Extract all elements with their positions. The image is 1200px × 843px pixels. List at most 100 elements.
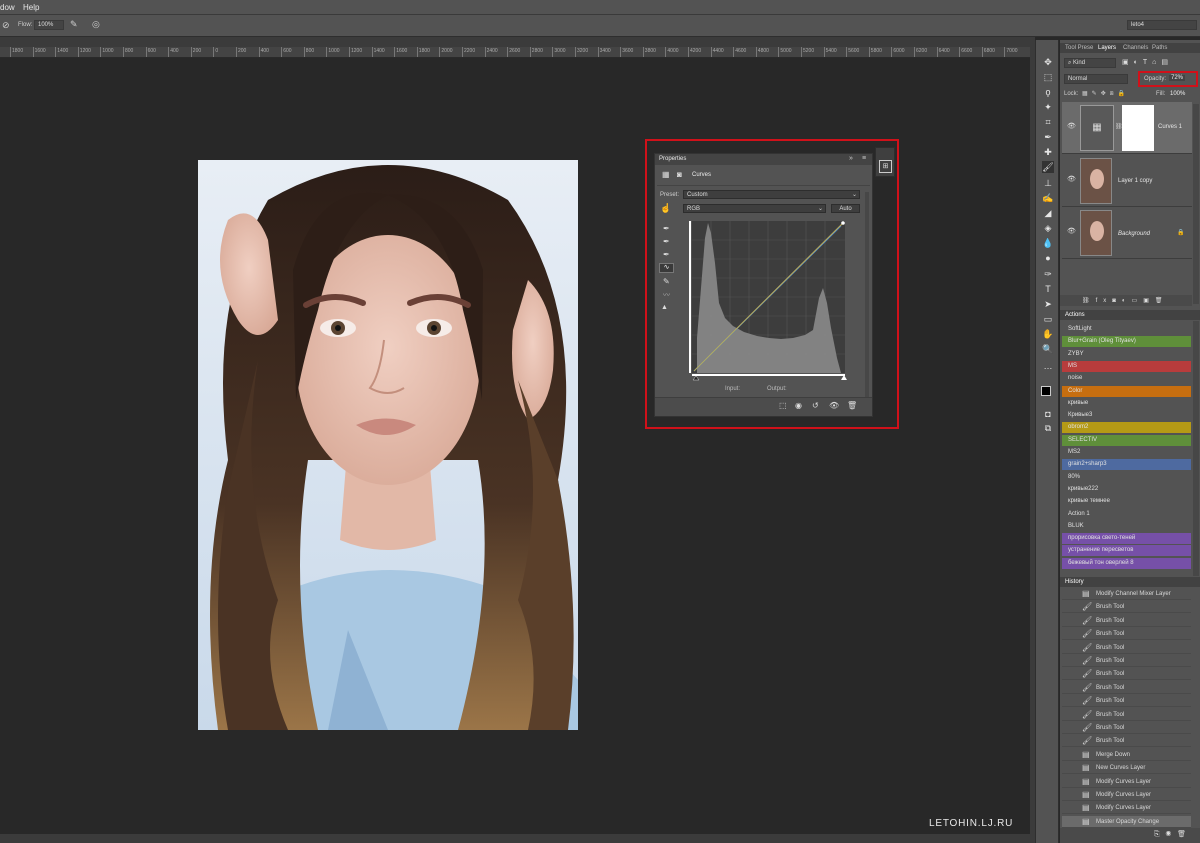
panel-menu-icon[interactable]: ≡ xyxy=(862,155,866,162)
menu-help[interactable]: Help xyxy=(23,3,39,12)
layer-row-background[interactable]: 👁 Background 🔒 xyxy=(1062,207,1192,259)
curve-point-tool-icon[interactable]: ∿ xyxy=(659,263,674,273)
history-item[interactable]: 🖌 Brush Tool xyxy=(1062,709,1191,721)
layers-scrollbar[interactable] xyxy=(1193,104,1199,304)
action-item[interactable]: Кривые3 xyxy=(1062,410,1191,421)
action-item[interactable]: 80% xyxy=(1062,472,1191,483)
history-item[interactable]: 🖌 Brush Tool xyxy=(1062,695,1191,708)
action-item[interactable]: MS2 xyxy=(1062,447,1191,458)
action-item[interactable]: grain2+sharp3 xyxy=(1062,459,1191,471)
pencil-draw-icon[interactable]: ✎ xyxy=(663,277,670,286)
tab-tool-presets[interactable]: Tool Prese xyxy=(1065,45,1093,51)
action-item[interactable]: ZYBY xyxy=(1062,349,1191,360)
healing-brush-icon[interactable]: ✚ xyxy=(1042,146,1054,158)
history-item[interactable]: 🖌 Brush Tool xyxy=(1062,615,1191,627)
rectangle-tool-icon[interactable]: ▭ xyxy=(1042,313,1054,325)
layer-row-layer1copy[interactable]: 👁 Layer 1 copy xyxy=(1062,155,1192,207)
action-item[interactable]: кривые xyxy=(1062,398,1191,409)
view-previous-icon[interactable]: ◉ xyxy=(795,401,802,410)
quick-mask-icon[interactable]: ◘ xyxy=(1042,408,1054,420)
workspace-select[interactable]: leto4 xyxy=(1127,20,1197,30)
pen-tool-icon[interactable]: ✑ xyxy=(1042,268,1054,280)
hand-tool-icon[interactable]: ✋ xyxy=(1042,328,1054,340)
tab-channels[interactable]: Channels xyxy=(1123,45,1148,51)
history-item[interactable]: ▤ Modify Channel Mixer Layer xyxy=(1062,588,1191,600)
action-item[interactable]: бежевый тон оверлей 8 xyxy=(1062,557,1191,569)
marquee-tool-icon[interactable]: ⬚ xyxy=(1042,71,1054,83)
lock-icons[interactable]: ▦✎✥⧈🔒 xyxy=(1082,90,1129,98)
eye-icon[interactable]: 👁 xyxy=(1067,227,1076,235)
visibility-eye-icon[interactable]: 👁 xyxy=(829,401,839,410)
action-item[interactable]: SoftLight xyxy=(1062,324,1191,335)
dodge-tool-icon[interactable]: ● xyxy=(1042,252,1054,264)
actions-scrollbar[interactable] xyxy=(1193,321,1199,576)
airbrush-icon[interactable]: ✎ xyxy=(70,19,78,30)
action-item[interactable]: устранение пересветов xyxy=(1062,545,1191,557)
foreground-color-swatch[interactable] xyxy=(1041,386,1051,396)
eraser-tool-icon[interactable]: ◢ xyxy=(1042,207,1054,219)
clip-to-layer-icon[interactable]: ⬚ xyxy=(779,401,787,410)
layer-filter-kind[interactable]: ⌕ Kind xyxy=(1064,58,1116,68)
mask-icon[interactable]: ◙ xyxy=(677,170,682,179)
quick-selection-tool-icon[interactable]: ✦ xyxy=(1042,101,1054,113)
tab-layers[interactable]: Layers xyxy=(1098,45,1116,51)
tab-history[interactable]: History xyxy=(1065,579,1084,585)
brush-tool-icon[interactable]: 🖌 xyxy=(1042,161,1054,173)
opacity-input[interactable]: 72% xyxy=(1169,75,1186,81)
history-item[interactable]: ▤ New Curves Layer xyxy=(1062,762,1191,775)
history-item[interactable]: 🖌 Brush Tool xyxy=(1062,682,1191,694)
tab-actions[interactable]: Actions xyxy=(1065,312,1085,318)
action-item[interactable]: кривые222 xyxy=(1062,484,1191,495)
action-item[interactable]: BLUK xyxy=(1062,521,1191,532)
delete-trash-icon[interactable]: 🗑 xyxy=(847,401,857,410)
action-item[interactable]: noise xyxy=(1062,373,1191,384)
properties-tab[interactable]: Properties xyxy=(659,156,686,162)
fill-input[interactable]: 100% xyxy=(1170,91,1185,97)
move-tool-icon[interactable]: ✥ xyxy=(1042,56,1054,68)
targeted-adjustment-icon[interactable]: ☝ xyxy=(660,203,671,214)
history-item[interactable]: 🖌 Brush Tool xyxy=(1062,655,1191,667)
preset-select[interactable]: Custom ⌄ xyxy=(683,190,860,199)
history-item[interactable]: 🖌 Brush Tool xyxy=(1062,642,1191,654)
action-item[interactable]: Blur+Grain (Oleg Tityaev) xyxy=(1062,336,1191,348)
action-item[interactable]: SELECTIV xyxy=(1062,434,1191,446)
path-selection-icon[interactable]: ➤ xyxy=(1042,298,1054,310)
layer-action-icons[interactable]: ⛓fx◙◐▭▣🗑 xyxy=(1082,297,1169,304)
brush-options-icon[interactable]: ⊘ xyxy=(2,20,10,31)
white-point-eyedropper-icon[interactable]: ✒ xyxy=(663,250,670,259)
smooth-curve-icon[interactable]: 〰 xyxy=(663,290,670,300)
properties-scrollbar[interactable] xyxy=(865,192,869,402)
zoom-tool-icon[interactable]: 🔍 xyxy=(1042,343,1054,355)
blend-mode-select[interactable]: Normal xyxy=(1064,74,1128,84)
history-item[interactable]: ▤ Modify Curves Layer xyxy=(1062,776,1191,788)
blur-tool-icon[interactable]: 💧 xyxy=(1042,237,1054,249)
clipping-warning-icon[interactable]: ▲ xyxy=(661,304,668,311)
tab-paths[interactable]: Paths xyxy=(1152,45,1167,51)
more-tools-icon[interactable]: … xyxy=(1042,360,1054,372)
reset-icon[interactable]: ↺ xyxy=(812,401,819,410)
flow-input[interactable]: 100% xyxy=(34,20,64,30)
layer-filter-icons[interactable]: ▣◐T⌂▤ xyxy=(1122,58,1173,66)
action-item[interactable]: Color xyxy=(1062,385,1191,397)
history-item[interactable]: 🖌 Brush Tool xyxy=(1062,722,1191,734)
history-item[interactable]: ▤ Modify Curves Layer xyxy=(1062,802,1191,815)
action-item[interactable]: MS xyxy=(1062,360,1191,372)
history-item[interactable]: ▤ Modify Curves Layer xyxy=(1062,789,1191,801)
eye-icon[interactable]: 👁 xyxy=(1067,175,1076,183)
pressure-icon[interactable]: ◎ xyxy=(92,19,100,30)
menu-window[interactable]: dow xyxy=(0,3,15,12)
history-item[interactable]: 🖌 Brush Tool xyxy=(1062,668,1191,681)
paint-bucket-icon[interactable]: ◈ xyxy=(1042,222,1054,234)
curves-graph[interactable] xyxy=(689,218,849,383)
gray-point-eyedropper-icon[interactable]: ✒ xyxy=(663,237,670,246)
history-item[interactable]: ▤ Master Opacity Change xyxy=(1062,815,1191,828)
eyedropper-tool-icon[interactable]: ✒ xyxy=(1042,131,1054,143)
action-item[interactable]: прорисовка свето-теней xyxy=(1062,533,1191,545)
action-item[interactable]: кривые темнее xyxy=(1062,496,1191,507)
action-item[interactable]: Action 1 xyxy=(1062,509,1191,520)
history-item[interactable]: 🖌 Brush Tool xyxy=(1062,601,1191,614)
action-item[interactable]: obrom2 xyxy=(1062,422,1191,434)
screen-mode-icon[interactable]: ⧉ xyxy=(1042,422,1054,434)
history-item[interactable]: 🖌 Brush Tool xyxy=(1062,628,1191,641)
properties-dock-icon[interactable]: ⊞ xyxy=(879,160,892,173)
